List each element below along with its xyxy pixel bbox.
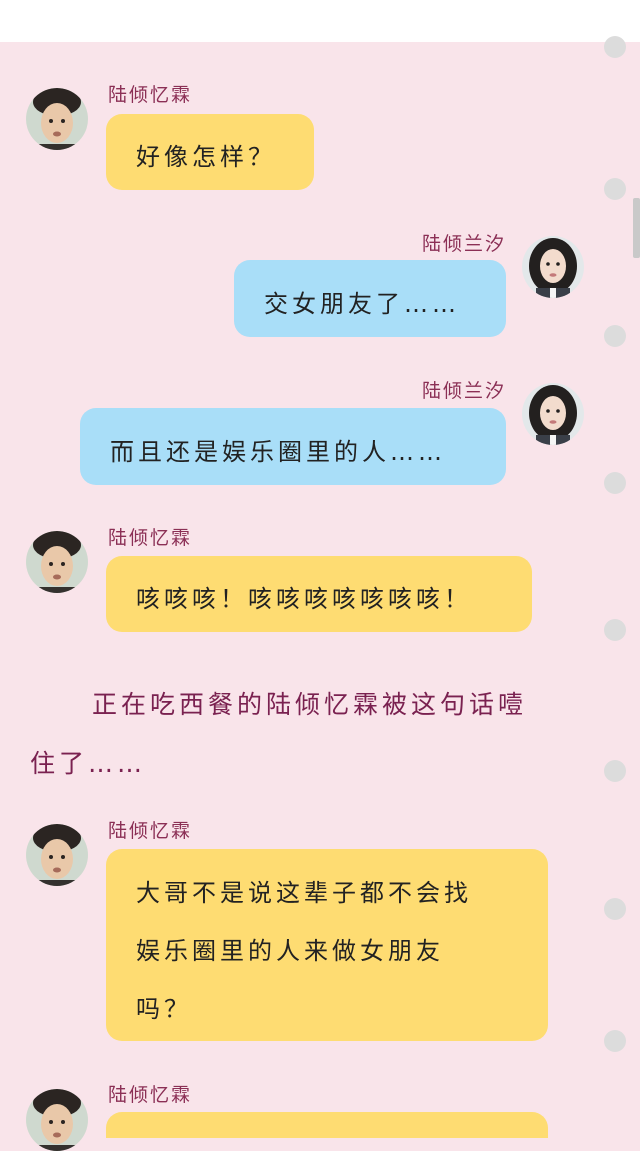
avatar[interactable] [522, 236, 584, 298]
binder-hole-decoration [604, 898, 626, 920]
message-bubble[interactable]: 而且还是娱乐圈里的人…… [80, 408, 506, 485]
message-text: 大哥不是说这辈子都不会找 [136, 879, 472, 907]
female-avatar-icon [522, 236, 584, 298]
message-text: 咳咳咳！咳咳咳咳咳咳咳！ [136, 585, 472, 613]
message-text: 交女朋友了…… [264, 290, 460, 318]
message-bubble[interactable]: 咳咳咳！咳咳咳咳咳咳咳！ [106, 556, 532, 632]
binder-hole-decoration [604, 619, 626, 641]
binder-hole-decoration [604, 760, 626, 782]
message-bubble[interactable]: 交女朋友了…… [234, 260, 506, 337]
message-text: 好像怎样？ [136, 143, 276, 171]
avatar[interactable] [26, 824, 88, 886]
scrollbar-thumb[interactable] [633, 198, 640, 258]
sender-name: 陆倾忆霖 [108, 84, 193, 106]
male-avatar-icon [26, 88, 88, 150]
male-avatar-icon [26, 824, 88, 886]
sender-name: 陆倾忆霖 [108, 527, 193, 549]
message-text: 而且还是娱乐圈里的人…… [110, 438, 446, 466]
binder-hole-decoration [604, 472, 626, 494]
sender-name: 陆倾忆霖 [108, 1084, 193, 1106]
binder-hole-decoration [604, 36, 626, 58]
avatar[interactable] [26, 1089, 88, 1151]
sender-name: 陆倾兰汐 [421, 380, 506, 402]
male-avatar-icon [26, 531, 88, 593]
message-text: 吗？ [136, 995, 192, 1023]
sender-name: 陆倾兰汐 [421, 233, 506, 255]
male-avatar-icon [26, 1089, 88, 1151]
narration-text: 正在吃西餐的陆倾忆霖被这句话噎 [92, 690, 528, 719]
message-bubble[interactable]: 好像怎样？ [106, 114, 314, 190]
status-bar [0, 0, 640, 42]
message-bubble[interactable]: 大哥不是说这辈子都不会找 娱乐圈里的人来做女朋友 吗？ [106, 849, 548, 1041]
avatar[interactable] [522, 383, 584, 445]
narration-text: 住了…… [30, 749, 147, 778]
female-avatar-icon [522, 383, 584, 445]
binder-hole-decoration [604, 325, 626, 347]
binder-hole-decoration [604, 178, 626, 200]
sender-name: 陆倾忆霖 [108, 820, 193, 842]
binder-hole-decoration [604, 1030, 626, 1052]
message-text: 娱乐圈里的人来做女朋友 [136, 937, 444, 965]
avatar[interactable] [26, 531, 88, 593]
avatar[interactable] [26, 88, 88, 150]
message-bubble[interactable] [106, 1112, 548, 1138]
